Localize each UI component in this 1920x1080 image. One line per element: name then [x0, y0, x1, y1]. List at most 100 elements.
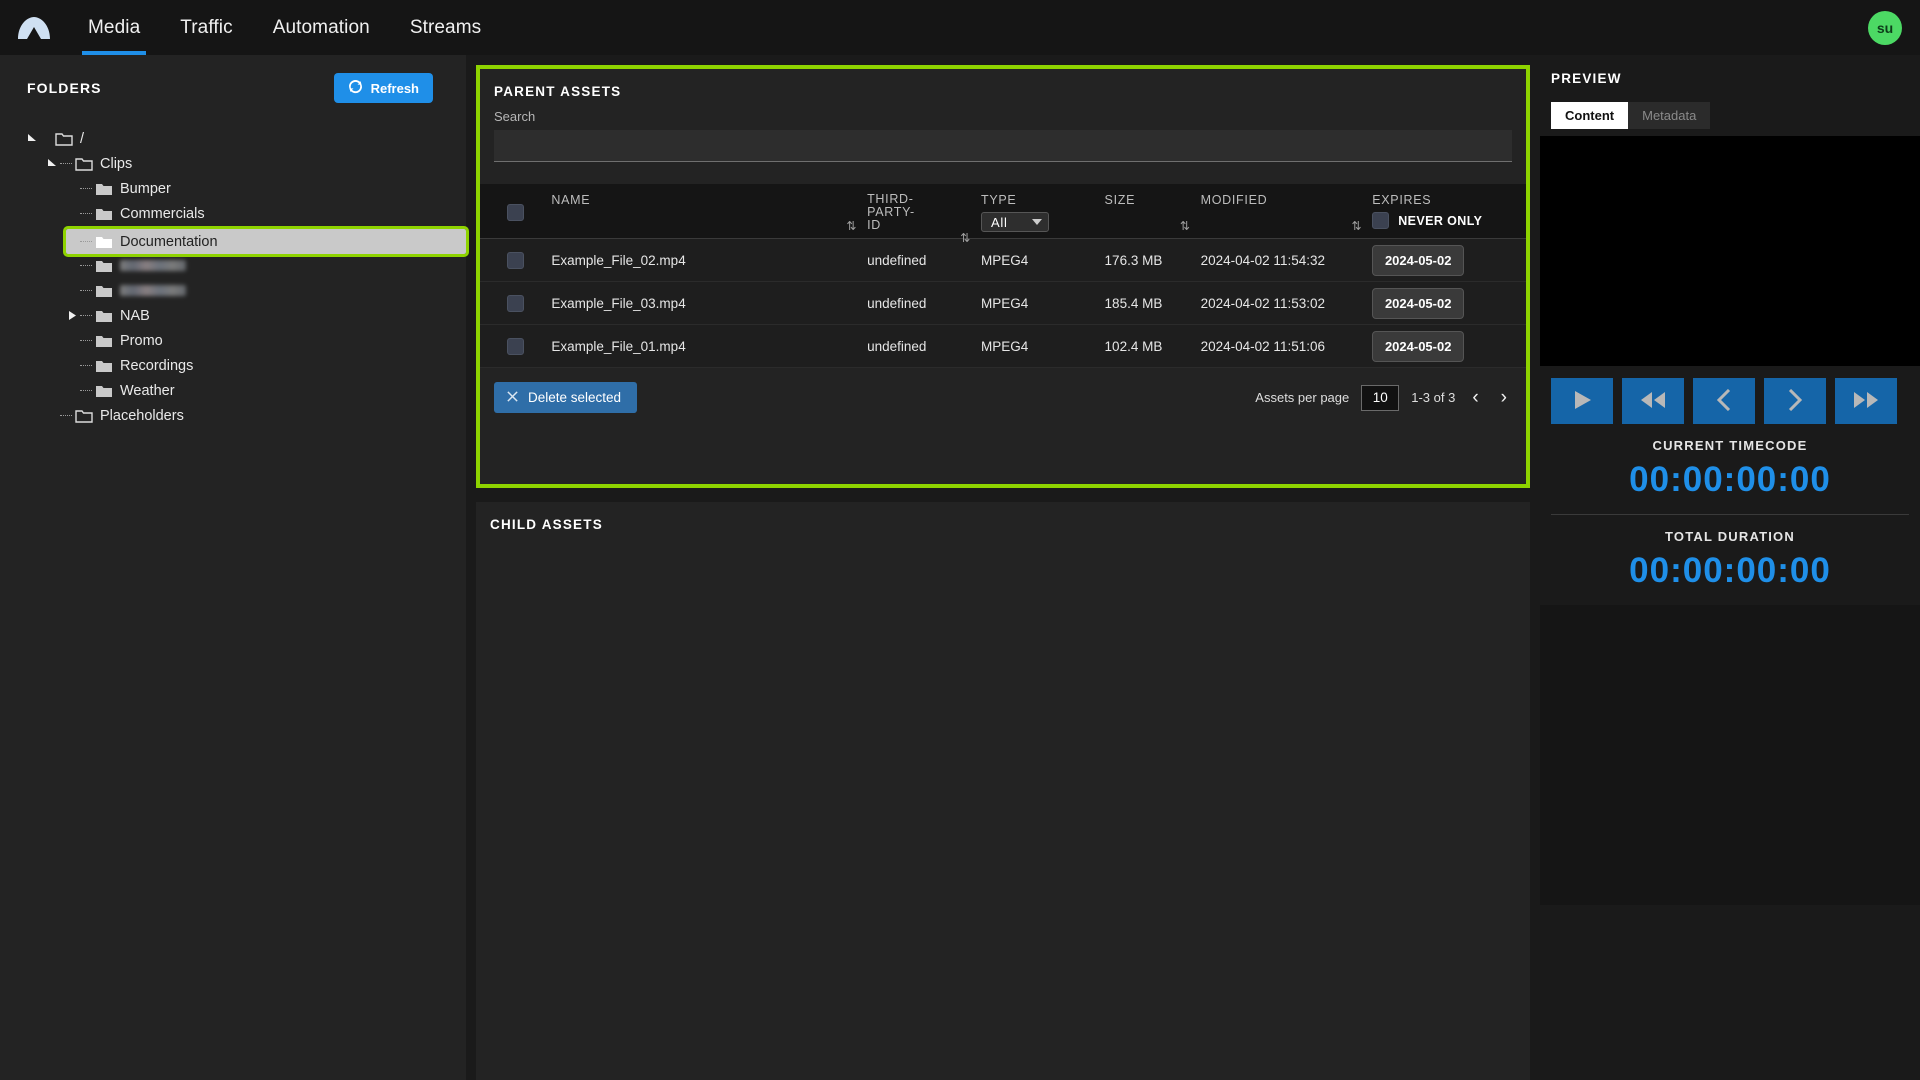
- type-filter-select[interactable]: All: [981, 212, 1050, 232]
- expand-arrow-down-icon[interactable]: [46, 158, 58, 170]
- search-input[interactable]: [494, 130, 1512, 162]
- col-select-all: [480, 184, 552, 239]
- total-duration-block: TOTAL DURATION 00:00:00:00: [1540, 529, 1920, 591]
- fast-forward-icon: [1853, 390, 1879, 413]
- col-size[interactable]: SIZE ⇅: [1104, 184, 1201, 239]
- cell-expires: 2024-05-02: [1372, 238, 1526, 282]
- folder-tree-item-label: [120, 285, 186, 296]
- step-back-button[interactable]: [1693, 378, 1755, 424]
- table-row[interactable]: Example_File_01.mp4 undefined MPEG4 102.4 M…: [480, 324, 1526, 368]
- nav-tab-automation-label: Automation: [272, 16, 370, 38]
- folder-tree-item[interactable]: NAB: [66, 306, 466, 325]
- sort-icon-modified[interactable]: ⇅: [1351, 220, 1372, 232]
- video-preview-area[interactable]: [1540, 136, 1920, 366]
- never-only-checkbox[interactable]: [1372, 212, 1390, 229]
- table-row[interactable]: Example_File_02.mp4 undefined MPEG4 176.3 M…: [480, 238, 1526, 282]
- folder-tree-item[interactable]: Recordings: [66, 356, 466, 375]
- folder-tree-item[interactable]: Clips: [46, 154, 466, 173]
- refresh-button[interactable]: Refresh: [333, 73, 433, 103]
- cell-third-party-id: undefined: [867, 281, 982, 325]
- cell-type: MPEG4: [981, 238, 1105, 282]
- cell-expires: 2024-05-02: [1372, 281, 1526, 325]
- folder-tree-item[interactable]: Weather: [66, 381, 466, 400]
- asset-name: Example_File_01.mp4: [551, 338, 686, 354]
- cell-third-party-id: undefined: [867, 324, 982, 368]
- fast-forward-button[interactable]: [1835, 378, 1897, 424]
- nav-tab-streams[interactable]: Streams: [390, 0, 501, 55]
- folder-tree-item[interactable]: Commercials: [66, 204, 466, 223]
- table-row[interactable]: Example_File_03.mp4 undefined MPEG4 185.4 M…: [480, 281, 1526, 325]
- folder-tree-item[interactable]: Promo: [66, 331, 466, 350]
- sort-icon-third-party-id[interactable]: ⇅: [960, 232, 981, 244]
- col-type-label: TYPE: [981, 193, 1017, 207]
- step-forward-button[interactable]: [1764, 378, 1826, 424]
- folder-tree-item[interactable]: Placeholders: [46, 406, 466, 425]
- expand-arrow-down-icon[interactable]: [26, 133, 38, 145]
- tree-connector: [80, 265, 92, 266]
- folder-tree-item[interactable]: Documentation: [63, 226, 469, 257]
- col-third-party-id[interactable]: THIRD- PARTY- ID ⇅: [867, 184, 982, 244]
- total-duration-value: 00:00:00:00: [1629, 551, 1831, 590]
- folder-tree-item[interactable]: /: [26, 129, 466, 148]
- nav-tab-media[interactable]: Media: [68, 0, 160, 55]
- sort-icon-size[interactable]: ⇅: [1180, 220, 1201, 232]
- folder-tree-item-label: Weather: [120, 382, 175, 399]
- preview-lower-area: [1540, 605, 1920, 905]
- cell-modified: 2024-04-02 11:53:02: [1200, 281, 1373, 325]
- expand-arrow-right-icon[interactable]: [66, 310, 78, 322]
- row-checkbox[interactable]: [507, 251, 525, 269]
- expires-date-button[interactable]: 2024-05-02: [1372, 330, 1465, 362]
- col-size-label: SIZE: [1104, 193, 1136, 207]
- folder-tree-item-label: [120, 260, 186, 271]
- tab-content[interactable]: Content: [1551, 102, 1629, 129]
- parent-assets-table: NAME ⇅ THIRD- PARTY- ID ⇅ TYPE All SIZE …: [480, 184, 1526, 368]
- col-modified[interactable]: MODIFIED ⇅: [1200, 184, 1373, 239]
- assets-per-page-input[interactable]: 10: [1361, 384, 1400, 411]
- folder-icon: [95, 235, 113, 249]
- folder-tree-item[interactable]: [66, 281, 466, 300]
- delete-selected-button[interactable]: Delete selected: [494, 382, 638, 413]
- folder-icon: [95, 334, 113, 348]
- asset-size: 176.3 MB: [1104, 252, 1163, 268]
- col-name[interactable]: NAME ⇅: [551, 184, 868, 239]
- rewind-button[interactable]: [1622, 378, 1684, 424]
- chevron-left-icon[interactable]: ‹: [1467, 388, 1483, 407]
- folder-icon: [95, 309, 113, 323]
- folders-sidebar: FOLDERS Refresh / Clips Bumper Commercials D…: [0, 55, 469, 1080]
- chevron-right-icon[interactable]: ›: [1496, 388, 1512, 407]
- cell-size: 102.4 MB: [1104, 324, 1201, 368]
- tree-connector: [80, 340, 92, 341]
- tree-connector: [80, 315, 92, 316]
- row-checkbox[interactable]: [507, 294, 525, 312]
- parent-assets-title: PARENT ASSETS: [494, 84, 622, 99]
- folder-tree-item-label: NAB: [120, 307, 150, 324]
- tab-metadata[interactable]: Metadata: [1628, 102, 1711, 129]
- play-button[interactable]: [1551, 378, 1613, 424]
- nav-tab-traffic-label: Traffic: [180, 16, 233, 38]
- cell-name: Example_File_01.mp4: [551, 324, 868, 368]
- row-checkbox[interactable]: [507, 337, 525, 355]
- mountain-logo-icon: [17, 16, 51, 40]
- expires-date-button[interactable]: 2024-05-02: [1372, 287, 1465, 319]
- user-avatar[interactable]: su: [1868, 10, 1902, 45]
- select-all-checkbox[interactable]: [507, 204, 525, 221]
- app-logo[interactable]: [0, 0, 68, 55]
- nav-tab-streams-label: Streams: [409, 16, 482, 38]
- folder-tree-item[interactable]: Bumper: [66, 179, 466, 198]
- folder-tree-item-label: Documentation: [120, 233, 218, 250]
- tree-connector: [60, 415, 72, 416]
- search-area: Search: [480, 99, 1526, 162]
- play-icon: [1570, 388, 1594, 415]
- sort-icon-name[interactable]: ⇅: [846, 220, 867, 232]
- expires-date-button[interactable]: 2024-05-02: [1372, 244, 1465, 276]
- folder-icon: [75, 409, 93, 423]
- col-third-party-id-label: THIRD- PARTY- ID: [867, 192, 915, 232]
- cell-name: Example_File_02.mp4: [551, 238, 868, 282]
- refresh-button-label: Refresh: [370, 80, 419, 96]
- nav-tab-automation[interactable]: Automation: [253, 0, 390, 55]
- asset-modified: 2024-04-02 11:53:02: [1200, 295, 1325, 311]
- folder-tree-item[interactable]: [66, 256, 466, 275]
- cell-select: [480, 281, 552, 325]
- nav-tab-traffic[interactable]: Traffic: [160, 0, 252, 55]
- tree-connector: [80, 213, 92, 214]
